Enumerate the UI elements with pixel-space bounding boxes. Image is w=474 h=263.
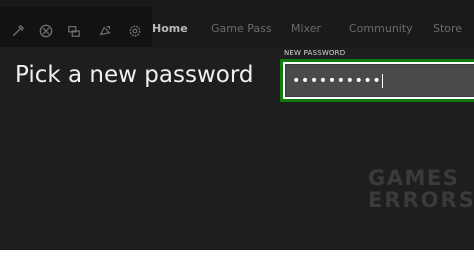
tab-store[interactable]: Store — [433, 22, 462, 35]
top-navigation-bar: Home Game Pass Mixer Community Store — [0, 0, 474, 47]
new-password-field[interactable]: •••••••••• — [280, 59, 474, 102]
party-icon[interactable] — [66, 23, 82, 39]
achievements-icon[interactable] — [10, 23, 26, 39]
tab-home[interactable]: Home — [152, 22, 188, 35]
watermark-logo: GAMES ERRORS — [368, 166, 474, 212]
icon-strip — [0, 7, 152, 47]
watermark-line-errors: ERRORS — [368, 188, 474, 212]
tab-community[interactable]: Community — [349, 22, 413, 35]
watermark-line-games: GAMES — [368, 166, 460, 190]
xbox-screen: Home Game Pass Mixer Community Store Pic… — [0, 0, 474, 250]
text-caret — [382, 73, 384, 88]
password-field-label: NEW PASSWORD — [284, 49, 346, 57]
notifications-icon[interactable] — [97, 23, 113, 39]
password-value: •••••••••• — [292, 72, 382, 89]
password-input-inner[interactable]: •••••••••• — [285, 64, 474, 97]
tab-game-pass[interactable]: Game Pass — [211, 22, 272, 35]
settings-icon[interactable] — [127, 23, 143, 39]
xbox-logo-icon[interactable] — [38, 23, 54, 39]
tab-mixer[interactable]: Mixer — [291, 22, 321, 35]
page-title: Pick a new password — [15, 62, 254, 88]
